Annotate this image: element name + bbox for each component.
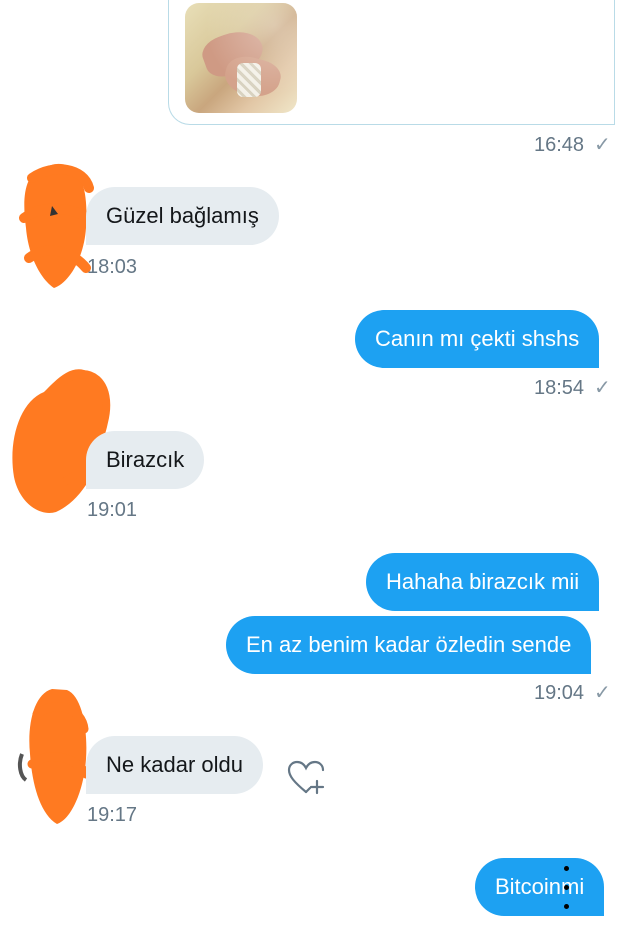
timestamp: 18:03	[87, 256, 138, 278]
media-thumbnail-image[interactable]	[185, 3, 297, 113]
timestamp: 19:04	[534, 682, 585, 704]
heart-plus-icon[interactable]	[286, 760, 326, 796]
message-bubble-sent[interactable]: Bitcoinmi	[475, 858, 605, 916]
timestamp: 18:54	[534, 377, 585, 399]
check-icon: ✓	[594, 134, 611, 156]
redacted-avatar[interactable]	[12, 684, 96, 830]
message-bubble-received[interactable]: Birazcık	[86, 431, 205, 489]
message-bubble-received[interactable]: Ne kadar oldu	[86, 736, 263, 794]
timestamp: 19:01	[87, 499, 138, 521]
message-bubble-received[interactable]: Güzel bağlamış	[86, 187, 279, 245]
timestamp: 19:17	[87, 804, 138, 826]
message-bubble-sent[interactable]: En az benim kadar özledin sende	[226, 616, 592, 674]
more-vertical-icon[interactable]	[564, 866, 570, 912]
check-icon: ✓	[594, 377, 611, 399]
timestamp: 16:48	[534, 134, 585, 156]
message-bubble-sent[interactable]: Hahaha birazcık mii	[366, 553, 600, 611]
message-bubble-sent[interactable]: Canın mı çekti shshs	[355, 310, 600, 368]
check-icon: ✓	[594, 682, 611, 704]
